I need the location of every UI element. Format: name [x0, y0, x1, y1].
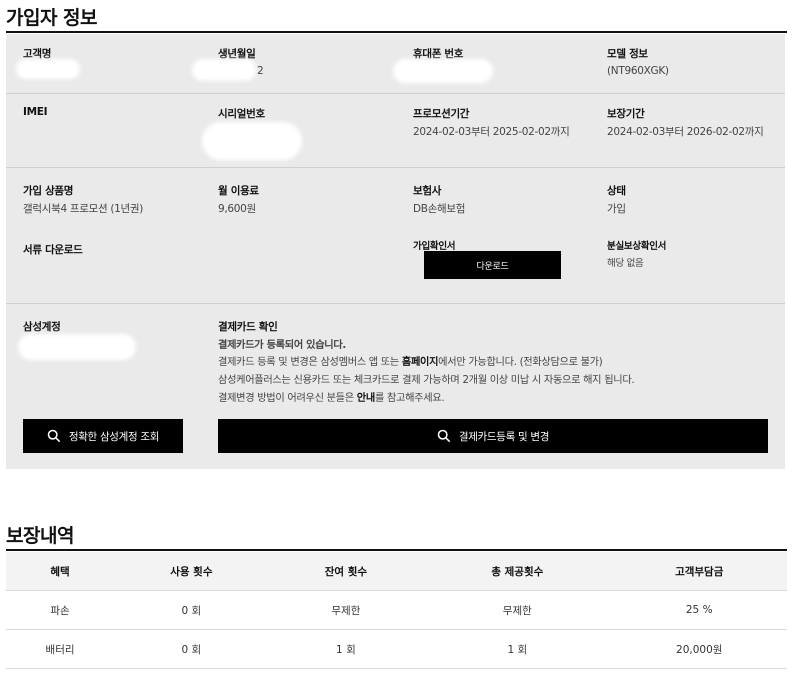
- status-value: 가입: [607, 203, 626, 215]
- row-divider: [6, 167, 785, 168]
- header-benefit: 혜택: [6, 552, 115, 591]
- product-value: 갤럭시북4 프로모션 (1년권): [23, 203, 144, 215]
- cell-benefit: 배터리: [6, 629, 115, 669]
- page-title: 가입자 정보: [6, 7, 98, 29]
- cell-copay: 20,000원: [611, 629, 787, 669]
- product-label: 가입 상품명: [23, 185, 74, 197]
- model-label: 모델 정보: [607, 48, 648, 60]
- join-cert-label: 가입확인서: [413, 241, 456, 252]
- redacted-serial: [202, 122, 302, 160]
- account-lookup-label: 정확한 삼성계정 조회: [68, 430, 160, 443]
- header-remaining: 잔여 횟수: [268, 552, 424, 591]
- payment-registered-notice: 결제카드가 등록되어 있습니다.: [218, 340, 347, 351]
- header-used-count: 사용 횟수: [114, 552, 269, 591]
- download-button[interactable]: 다운로드: [424, 251, 561, 279]
- redacted-birth: [192, 59, 256, 81]
- title-rule: [6, 31, 787, 33]
- header-copay: 고객부담금: [611, 552, 787, 591]
- cell-total: 1 회: [423, 629, 612, 669]
- payment-info-line-2: 삼성케어플러스는 신용카드 또는 체크카드로 결제 가능하며 2개월 이상 미납…: [218, 375, 635, 386]
- homepage-link[interactable]: 홈페이지: [402, 357, 439, 368]
- header-total: 총 제공횟수: [423, 552, 612, 591]
- status-label: 상태: [607, 185, 626, 197]
- redacted-samsung-account: [18, 334, 136, 360]
- loss-cert-value: 해당 없음: [607, 258, 644, 269]
- redacted-phone: [393, 59, 493, 83]
- search-icon: [437, 429, 451, 443]
- card-change-button[interactable]: 결제카드등록 및 변경: [218, 419, 768, 453]
- cell-total: 무제한: [423, 590, 612, 630]
- row-divider: [6, 303, 785, 304]
- payment-card-label: 결제카드 확인: [218, 321, 278, 333]
- account-lookup-button[interactable]: 정확한 삼성계정 조회: [23, 419, 183, 453]
- birth-value-fragment: 2: [257, 65, 264, 77]
- coverage-rule: [6, 549, 787, 551]
- cell-used-count: 0 회: [114, 629, 269, 669]
- model-value: (NT960XGK): [607, 65, 669, 77]
- warranty-value: 2024-02-03부터 2026-02-02까지: [607, 126, 764, 138]
- payment-info-line-3: 결제변경 방법이 어려우신 분들은 안내를 참고해주세요.: [218, 393, 445, 404]
- warranty-label: 보장기간: [607, 108, 645, 120]
- coverage-table: 혜택 사용 횟수 잔여 횟수 총 제공횟수 고객부담금 파손 0 회 무제한 무…: [6, 552, 787, 669]
- loss-cert-label: 분실보상확인서: [607, 241, 667, 252]
- row-divider: [6, 93, 785, 94]
- fee-label: 월 이용료: [218, 185, 259, 197]
- cell-benefit: 파손: [6, 590, 115, 630]
- cell-remaining: 무제한: [268, 590, 424, 630]
- fee-value: 9,600원: [218, 203, 256, 215]
- payment-info-line-1: 결제카드 등록 및 변경은 삼성멤버스 앱 또는 홈페이지에서만 가능합니다. …: [218, 357, 603, 368]
- cell-copay: 25 %: [611, 590, 787, 630]
- imei-label: IMEI: [23, 106, 48, 118]
- guide-link[interactable]: 안내: [357, 393, 375, 404]
- coverage-title: 보장내역: [6, 525, 74, 547]
- search-icon: [47, 429, 61, 443]
- cell-remaining: 1 회: [268, 629, 424, 669]
- subscriber-info-panel: 고객명 생년월일 2 휴대폰 번호 모델 정보 (NT960XGK) IMEI …: [6, 34, 785, 469]
- table-row: 배터리 0 회 1 회 1 회 20,000원: [6, 629, 787, 669]
- serial-label: 시리얼번호: [218, 108, 265, 120]
- cell-used-count: 0 회: [114, 590, 269, 630]
- card-change-label: 결제카드등록 및 변경: [458, 430, 550, 443]
- insurer-label: 보험사: [413, 185, 442, 197]
- docs-label: 서류 다운로드: [23, 244, 83, 256]
- table-row: 파손 0 회 무제한 무제한 25 %: [6, 590, 787, 630]
- coverage-header-row: 혜택 사용 횟수 잔여 횟수 총 제공횟수 고객부담금: [6, 552, 787, 591]
- insurer-value: DB손해보험: [413, 203, 466, 215]
- promo-period-value: 2024-02-03부터 2025-02-02까지: [413, 126, 570, 138]
- promo-period-label: 프로모션기간: [413, 108, 470, 120]
- redacted-customer-name: [16, 59, 80, 79]
- samsung-account-label: 삼성계정: [23, 321, 61, 333]
